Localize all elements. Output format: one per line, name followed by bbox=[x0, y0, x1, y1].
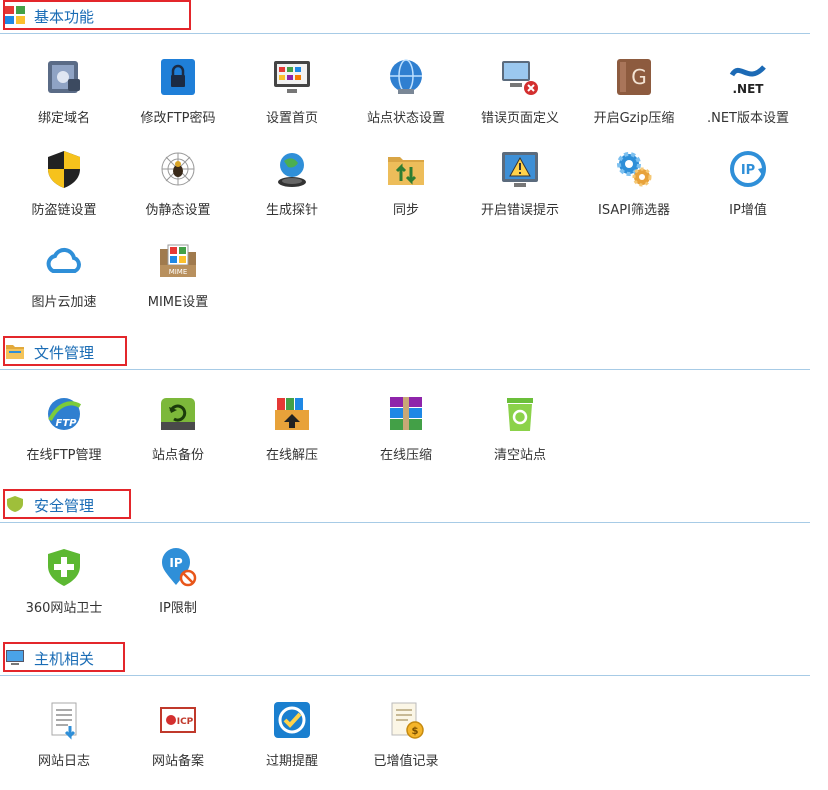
svg-text:G: G bbox=[631, 65, 647, 89]
svg-text:MIME: MIME bbox=[169, 268, 188, 276]
compress-box-icon bbox=[390, 397, 422, 430]
section-header-basic: 基本功能 bbox=[0, 0, 810, 34]
svg-text:.NET: .NET bbox=[733, 82, 765, 96]
section-header-files: 文件管理 bbox=[0, 336, 810, 370]
divider bbox=[0, 369, 810, 370]
tile-site-backup[interactable]: 站点备份 bbox=[122, 394, 234, 484]
error-page-icon bbox=[502, 61, 538, 95]
tile-ftp-password[interactable]: 修改FTP密码 bbox=[122, 57, 234, 147]
tile-online-unzip[interactable]: 在线解压 bbox=[236, 394, 348, 484]
gzip-icon: G bbox=[617, 59, 651, 95]
coin-record-icon: $ bbox=[391, 702, 424, 739]
tile-image-cloud[interactable]: 图片云加速 bbox=[8, 241, 120, 331]
icp-certificate-icon: ICP bbox=[160, 707, 196, 733]
tile-bind-domain[interactable]: 绑定域名 bbox=[8, 57, 120, 147]
shield-icon bbox=[48, 151, 80, 188]
tile-sync[interactable]: 同步 bbox=[350, 149, 462, 239]
divider bbox=[0, 675, 810, 676]
log-document-icon bbox=[51, 702, 77, 740]
check-reminder-icon bbox=[274, 702, 310, 738]
dotnet-icon: .NET bbox=[729, 65, 766, 96]
tile-online-ftp[interactable]: FTP 在线FTP管理 bbox=[8, 394, 120, 484]
tile-expire-reminder[interactable]: 过期提醒 bbox=[236, 700, 348, 790]
tile-online-compress[interactable]: 在线压缩 bbox=[350, 394, 462, 484]
tile-set-homepage[interactable]: 设置首页 bbox=[236, 57, 348, 147]
tile-mime[interactable]: MIME MIME设置 bbox=[122, 241, 234, 331]
domain-bind-icon bbox=[48, 61, 80, 93]
tile-site-log[interactable]: 网站日志 bbox=[8, 700, 120, 790]
grid-four-color-icon bbox=[5, 6, 25, 24]
ftp-globe-icon: FTP bbox=[48, 398, 82, 430]
mime-folder-icon: MIME bbox=[160, 244, 196, 277]
tile-gzip[interactable]: G 开启Gzip压缩 bbox=[578, 57, 690, 147]
ip-refresh-icon: IP bbox=[730, 151, 766, 187]
divider bbox=[0, 522, 810, 523]
section-title: 主机相关 bbox=[34, 650, 95, 668]
section-title: 文件管理 bbox=[34, 344, 95, 362]
cloud-icon bbox=[46, 247, 81, 273]
svg-text:ICP: ICP bbox=[177, 717, 194, 727]
ip-block-icon: IP bbox=[162, 548, 197, 587]
monitor-section-icon bbox=[6, 650, 24, 665]
sync-folder-icon bbox=[388, 157, 424, 185]
spider-icon bbox=[161, 152, 195, 186]
tile-site-status[interactable]: 站点状态设置 bbox=[350, 57, 462, 147]
tile-ip-restrict[interactable]: IP IP限制 bbox=[122, 547, 234, 637]
tile-error-prompt[interactable]: 开启错误提示 bbox=[464, 149, 576, 239]
tile-ip-addon[interactable]: IP IP增值 bbox=[692, 149, 804, 239]
tile-error-page[interactable]: 错误页面定义 bbox=[464, 57, 576, 147]
homepage-icon bbox=[274, 61, 310, 93]
warning-icon bbox=[502, 152, 538, 187]
section-header-host: 主机相关 bbox=[0, 642, 810, 676]
gears-icon bbox=[617, 152, 652, 187]
recycle-bin-icon bbox=[507, 398, 533, 431]
tile-site-icp[interactable]: ICP 网站备案 bbox=[122, 700, 234, 790]
probe-icon bbox=[278, 153, 306, 187]
backup-disk-icon bbox=[161, 398, 195, 430]
tile-addon-records[interactable]: $ 已增值记录 bbox=[350, 700, 462, 790]
svg-text:IP: IP bbox=[169, 556, 182, 570]
shield-section-icon bbox=[7, 496, 23, 512]
section-title: 安全管理 bbox=[34, 497, 95, 515]
tile-generate-probe[interactable]: 生成探针 bbox=[236, 149, 348, 239]
section-highlight bbox=[3, 0, 191, 30]
lock-icon bbox=[161, 59, 195, 95]
tile-360-guard[interactable]: 360网站卫士 bbox=[8, 547, 120, 637]
svg-text:FTP: FTP bbox=[56, 418, 78, 429]
tile-rewrite[interactable]: 伪静态设置 bbox=[122, 149, 234, 239]
section-header-security: 安全管理 bbox=[0, 489, 810, 523]
tile-isapi[interactable]: ISAPI筛选器 bbox=[578, 149, 690, 239]
svg-text:IP: IP bbox=[741, 163, 755, 178]
shield-plus-icon bbox=[48, 549, 80, 586]
tile-clear-site[interactable]: 清空站点 bbox=[464, 394, 576, 484]
divider bbox=[0, 33, 810, 34]
unzip-box-icon bbox=[275, 398, 309, 430]
section-title: 基本功能 bbox=[34, 8, 95, 26]
tile-dotnet[interactable]: .NET .NET版本设置 bbox=[692, 57, 804, 147]
folder-section-icon bbox=[6, 345, 24, 359]
globe-status-icon bbox=[390, 59, 422, 94]
tile-anti-leech[interactable]: 防盗链设置 bbox=[8, 149, 120, 239]
svg-text:$: $ bbox=[412, 726, 419, 737]
